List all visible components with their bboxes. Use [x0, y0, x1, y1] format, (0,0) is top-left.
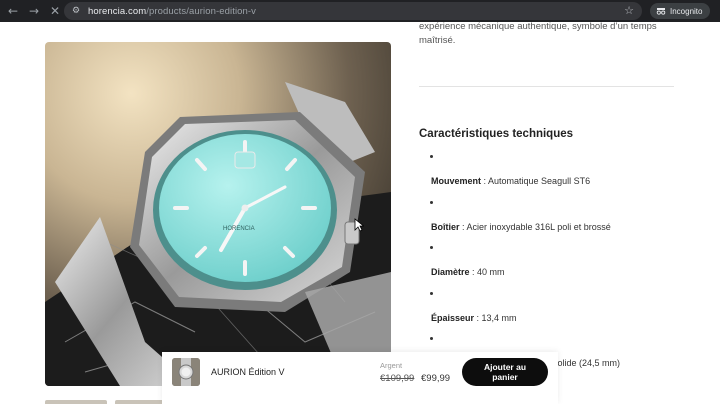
spec-value: : 13,4 mm — [474, 312, 517, 323]
watch-thumbnail-image — [172, 358, 200, 386]
thumbnail[interactable] — [45, 400, 107, 404]
spec-item: Mouvement : Automatique Seagull ST6 — [430, 148, 691, 194]
incognito-label: Incognito — [670, 6, 703, 16]
spec-value: : Acier inoxydable 316L poli et brossé — [459, 221, 611, 232]
incognito-badge[interactable]: Incognito — [650, 3, 711, 19]
spec-item: Épaisseur : 13,4 mm — [430, 285, 691, 331]
url-path: /products/aurion-edition-v — [146, 5, 257, 17]
specs-title: Caractéristiques techniques — [419, 128, 574, 140]
watch-photo: HORENCIA — [45, 42, 391, 386]
star-icon[interactable]: ☆ — [624, 4, 634, 17]
bullet — [430, 337, 433, 340]
url-host: horencia.com — [88, 5, 147, 17]
spec-label: Boîtier — [431, 221, 460, 232]
mouse-cursor-icon — [354, 218, 364, 232]
spec-line: Diamètre : 40 mm — [431, 267, 505, 277]
description-line: maîtrisé. — [419, 35, 456, 46]
spec-line: Épaisseur : 13,4 mm — [431, 313, 517, 323]
sale-price: €99,99 — [421, 373, 451, 384]
close-icon[interactable]: ✕ — [48, 4, 62, 18]
spec-label: Épaisseur — [431, 312, 475, 323]
product-page: HORENCIA expérience mécanique authentiqu… — [0, 22, 720, 404]
back-icon[interactable]: ← — [6, 4, 20, 18]
address-bar[interactable]: ⚙ horencia.com/products/aurion-edition-v… — [64, 2, 642, 20]
forward-icon[interactable]: → — [27, 4, 41, 18]
browser-toolbar: ← → ✕ ⚙ horencia.com/products/aurion-edi… — [0, 0, 720, 22]
variant-label: Argent — [380, 361, 403, 370]
spec-value: : Automatique Seagull ST6 — [481, 176, 591, 186]
spec-value: : 40 mm — [469, 267, 505, 277]
incognito-icon — [656, 8, 666, 15]
specs-list: Mouvement : Automatique Seagull ST6 Boît… — [430, 148, 691, 376]
sticky-add-to-cart-bar: AURION Édition V Argent €109,99 €99,99 A… — [162, 352, 558, 404]
description-line: expérience mécanique authentique, symbol… — [419, 22, 657, 32]
spec-line: Boîtier : Acier inoxydable 316L poli et … — [431, 222, 611, 232]
old-price: €109,99 — [380, 373, 415, 384]
bullet — [430, 200, 433, 204]
add-to-cart-button[interactable]: Ajouter au panier — [462, 358, 548, 386]
product-image[interactable]: HORENCIA — [45, 42, 391, 386]
spec-label: Mouvement — [431, 176, 482, 186]
bullet — [430, 155, 433, 158]
site-settings-icon[interactable]: ⚙ — [72, 6, 82, 16]
add-to-cart-label: panier — [492, 372, 518, 382]
divider — [419, 86, 674, 87]
url-text[interactable]: horencia.com/products/aurion-edition-v — [88, 6, 256, 17]
spec-line: Mouvement : Automatique Seagull ST6 — [431, 176, 590, 186]
product-description: expérience mécanique authentique, symbol… — [419, 22, 689, 48]
bullet — [430, 246, 433, 249]
spec-item: Diamètre : 40 mm — [430, 239, 691, 285]
spec-line: solide (24,5 mm) — [553, 358, 620, 368]
sticky-product-name: AURION Édition V — [211, 367, 285, 377]
dial-brand-text: HORENCIA — [223, 226, 255, 232]
spec-item: Boîtier : Acier inoxydable 316L poli et … — [430, 194, 691, 240]
sticky-product-thumbnail — [172, 358, 200, 386]
bullet — [430, 291, 433, 295]
add-to-cart-label: Ajouter au — [483, 362, 527, 372]
spec-value: solide (24,5 mm) — [553, 358, 621, 368]
spec-label: Diamètre — [431, 267, 470, 277]
